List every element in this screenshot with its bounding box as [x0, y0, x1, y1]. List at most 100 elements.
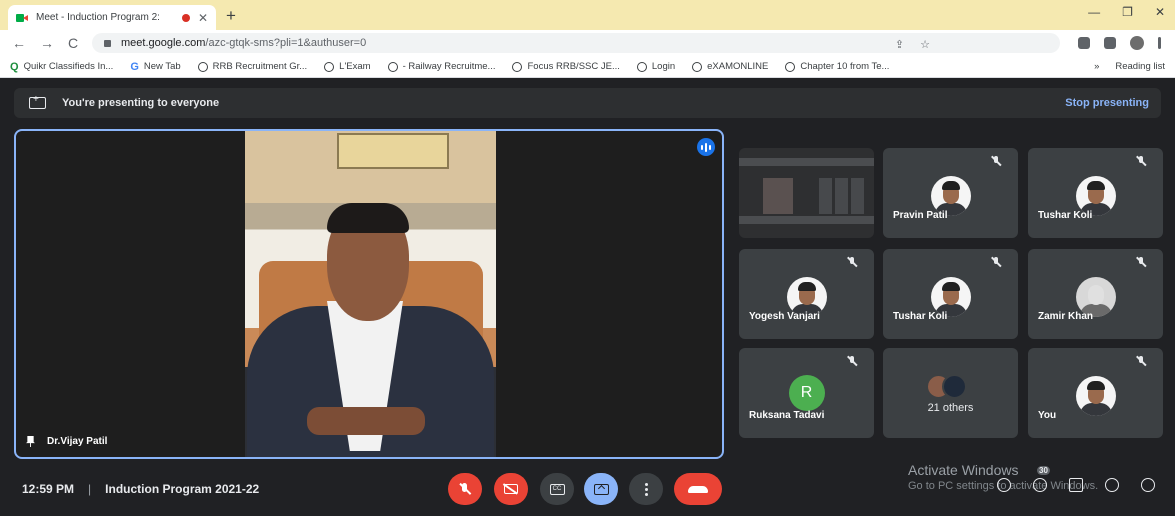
host-controls-icon[interactable]	[1141, 478, 1155, 492]
participant-name: Yogesh Vanjari	[749, 311, 820, 322]
captions-button[interactable]: CC	[540, 473, 574, 505]
globe-icon	[512, 61, 523, 72]
google-icon: G	[130, 60, 139, 73]
participant-name: Zamir Khan	[1038, 311, 1094, 322]
address-toolbar: ← → C meet.google.com /azc-gtqk-sms?pli=…	[0, 30, 1175, 56]
captions-icon: CC	[549, 483, 565, 495]
reading-list-button[interactable]: Reading list	[1115, 61, 1165, 72]
address-bar[interactable]: meet.google.com /azc-gtqk-sms?pli=1&auth…	[92, 33, 1060, 53]
leave-call-button[interactable]	[674, 473, 722, 505]
participant-tile[interactable]: R Ruksana Tadavi	[739, 348, 874, 438]
current-time: 12:59 PM	[22, 482, 75, 496]
others-avatar-stack	[923, 374, 983, 400]
mic-off-icon	[459, 483, 471, 495]
speaker-video	[245, 131, 496, 457]
globe-icon	[387, 61, 398, 72]
meeting-info: 12:59 PM | Induction Program 2021-22	[22, 482, 259, 496]
main-speaker-label: Dr.Vijay Patil	[26, 436, 107, 447]
presenting-banner: You're presenting to everyone Stop prese…	[14, 88, 1161, 118]
pin-icon[interactable]	[26, 436, 35, 447]
others-tile[interactable]: 21 others	[883, 348, 1018, 438]
info-separator: |	[88, 482, 92, 496]
mic-muted-icon	[846, 355, 858, 367]
more-options-icon	[644, 482, 648, 496]
url-path: /azc-gtqk-sms?pli=1&authuser=0	[205, 37, 367, 49]
people-icon[interactable]: 30	[1033, 466, 1050, 492]
activities-icon[interactable]	[1105, 478, 1119, 492]
present-screen-icon	[29, 94, 46, 109]
speaking-indicator-icon	[697, 138, 715, 156]
participant-name: Tushar Koli	[1038, 210, 1093, 221]
bookmarks-bar: Q Quikr Classifieds In... G New Tab RRB Re…	[0, 56, 1175, 78]
bookmark-item[interactable]: Chapter 10 from Te...	[785, 61, 889, 72]
self-avatar	[1075, 376, 1116, 416]
mic-muted-icon	[1135, 155, 1147, 167]
presenting-message: You're presenting to everyone	[62, 97, 220, 109]
participant-tile[interactable]: Yogesh Vanjari	[739, 249, 874, 339]
close-window-button[interactable]: ✕	[1155, 5, 1165, 19]
forward-icon[interactable]: →	[40, 35, 54, 51]
minimize-button[interactable]: —	[1088, 5, 1100, 19]
bookmark-item[interactable]: - Railway Recruitme...	[387, 61, 495, 72]
bookmark-item[interactable]: L'Exam	[324, 61, 371, 72]
camera-off-icon	[504, 484, 518, 494]
mic-muted-icon	[990, 155, 1002, 167]
url-host: meet.google.com	[121, 37, 206, 49]
extension-icon[interactable]	[1078, 37, 1090, 49]
participant-tile[interactable]: Pravin Patil	[883, 148, 1018, 238]
window-controls: — ❐ ✕	[1088, 5, 1165, 19]
more-bookmarks-icon[interactable]: »	[1094, 61, 1099, 72]
self-tile[interactable]: You	[1028, 348, 1163, 438]
speaker-hands	[307, 407, 425, 435]
bookmark-item[interactable]: G New Tab	[130, 61, 180, 73]
bookmark-item[interactable]: Login	[636, 61, 675, 72]
present-icon	[593, 483, 609, 495]
main-speaker-name: Dr.Vijay Patil	[47, 436, 108, 447]
menu-icon[interactable]	[1158, 37, 1161, 49]
browser-tab-strip: Meet - Induction Program 2: ✕ + — ❐ ✕	[0, 0, 1175, 30]
participant-initial-avatar: R	[788, 375, 825, 411]
puzzle-icon[interactable]	[1104, 37, 1116, 49]
end-call-icon	[688, 485, 708, 493]
tab-title: Meet - Induction Program 2:	[36, 12, 160, 23]
main-speaker-tile[interactable]: Dr.Vijay Patil	[14, 129, 724, 459]
presentation-thumbnail[interactable]	[739, 148, 874, 238]
extensions-area	[1078, 36, 1161, 50]
bookmark-item[interactable]: Focus RRB/SSC JE...	[512, 61, 620, 72]
participant-count-badge: 30	[1037, 466, 1050, 475]
meeting-title: Induction Program 2021-22	[105, 482, 260, 496]
participant-tile[interactable]: Zamir Khan	[1028, 249, 1163, 339]
google-meet-icon	[16, 13, 28, 23]
restore-button[interactable]: ❐	[1122, 5, 1133, 19]
participant-tile[interactable]: Tushar Koli	[883, 249, 1018, 339]
bookmark-item[interactable]: eXAMONLINE	[692, 61, 768, 72]
bookmark-star-icon[interactable]: ☆	[920, 38, 930, 51]
mic-toggle-button[interactable]	[448, 473, 482, 505]
globe-icon	[324, 61, 335, 72]
bookmark-item[interactable]: RRB Recruitment Gr...	[197, 61, 307, 72]
tab-close-icon[interactable]: ✕	[198, 11, 208, 25]
new-tab-button[interactable]: +	[226, 6, 236, 26]
reload-icon[interactable]: C	[68, 35, 78, 51]
stop-presenting-button[interactable]: Stop presenting	[1065, 97, 1149, 109]
more-options-button[interactable]	[629, 473, 663, 505]
profile-avatar-icon[interactable]	[1130, 36, 1144, 50]
participant-name: Ruksana Tadavi	[749, 410, 825, 421]
others-count-label: 21 others	[927, 402, 974, 414]
participant-tile[interactable]: Tushar Koli	[1028, 148, 1163, 238]
present-now-button[interactable]	[584, 473, 618, 505]
mic-muted-icon	[990, 256, 1002, 268]
recording-indicator-icon	[181, 13, 190, 22]
browser-tab-meet[interactable]: Meet - Induction Program 2: ✕	[8, 5, 216, 30]
meeting-details-icon[interactable]	[997, 478, 1011, 492]
mic-muted-icon	[846, 256, 858, 268]
camera-toggle-button[interactable]	[494, 473, 528, 505]
bookmark-item[interactable]: Q Quikr Classifieds In...	[10, 61, 113, 73]
participant-name: Tushar Koli	[893, 311, 948, 322]
mic-muted-icon	[1135, 256, 1147, 268]
back-icon[interactable]: ←	[12, 35, 26, 51]
notice-board	[337, 133, 449, 169]
mic-muted-icon	[1135, 355, 1147, 367]
chat-icon[interactable]	[1069, 478, 1083, 492]
share-icon[interactable]: ⇪	[895, 38, 904, 51]
